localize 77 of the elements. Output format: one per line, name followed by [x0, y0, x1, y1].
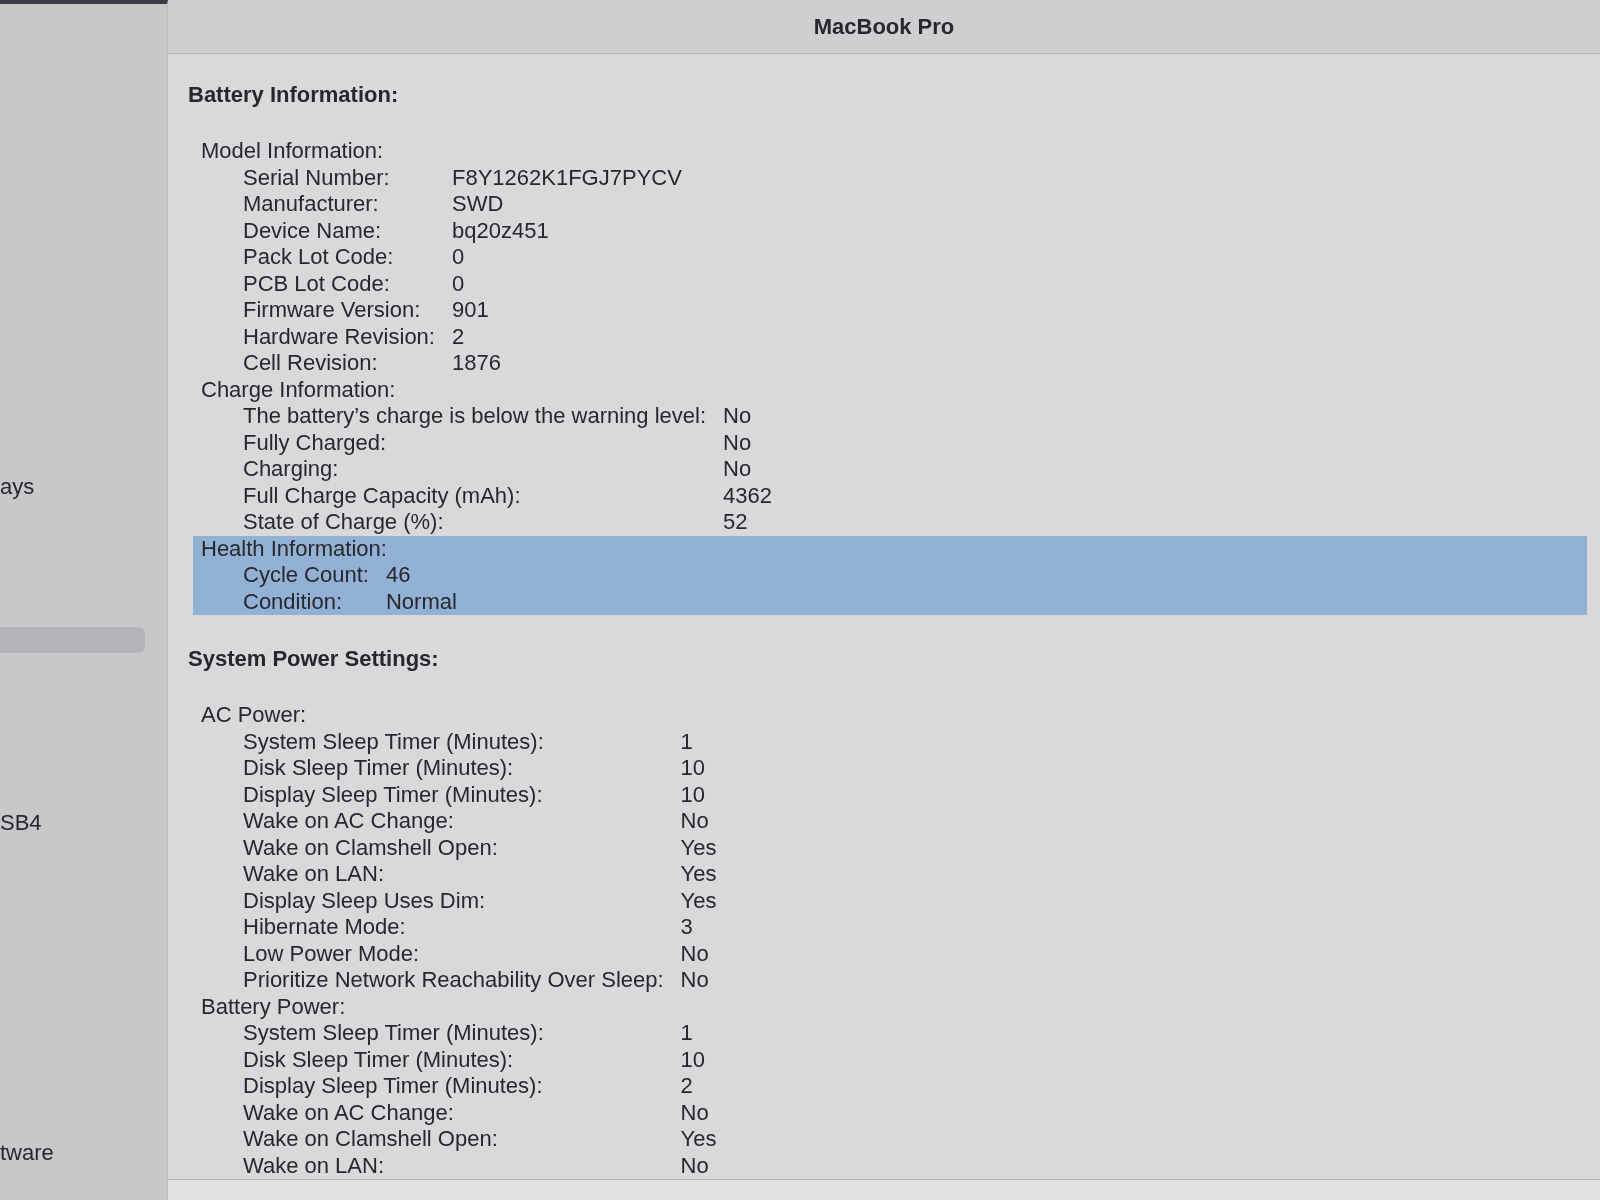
field-label: Cell Revision: [243, 350, 378, 377]
field-label: Hardware Revision: [243, 323, 435, 350]
section-heading: Battery Information: [188, 81, 400, 108]
field-label: System Sleep Timer (Minutes): [243, 1020, 544, 1047]
field-value: No [723, 403, 752, 430]
field-value: 52 [723, 509, 748, 536]
field-label: Low Power Mode: [243, 940, 420, 967]
field-value: Yes [680, 834, 717, 861]
field-value: Yes [680, 887, 717, 914]
field-label: Wake on AC Change: [243, 1099, 454, 1126]
field-value: 901 [451, 297, 489, 324]
field-value: Yes [680, 861, 717, 888]
field-value: F8Y1262K1FGJ7PYCV [451, 164, 682, 191]
field-value: No [723, 429, 752, 456]
field-value: 2 [680, 1073, 693, 1100]
field-label: Wake on LAN: [243, 861, 385, 888]
field-value: 10 [680, 1046, 706, 1073]
field-label: Condition: [243, 588, 343, 615]
field-value: No [680, 808, 709, 835]
field-value: 4362 [723, 482, 773, 509]
field-value: SWD [451, 191, 504, 218]
field-label: Wake on LAN: [243, 1152, 385, 1179]
group-heading: Model Information: [201, 138, 384, 165]
field-label: Disk Sleep Timer (Minutes): [243, 1046, 514, 1073]
field-value: 3 [680, 914, 693, 941]
sidebar-item[interactable]: ays [0, 474, 35, 500]
info-group[interactable]: Health Information: Cycle Count: 46 Condition: Normal [193, 535, 1587, 615]
window-title: MacBook Pro [813, 13, 955, 40]
info-group[interactable]: Model Information: Serial Number: F8Y1262K1FGJ7PYCV Manufacturer: SWD Device Name: bq20z451 Pack Lot Code: 0 PCB Lot Code: 0 Firmware Version: 901 Hardware Revision: 2 Cell Revision: 1876 [193, 138, 1587, 377]
field-value: 1 [680, 728, 693, 755]
field-value: No [680, 967, 709, 994]
field-value: 0 [451, 244, 465, 271]
field-label: Display Sleep Uses Dim: [243, 887, 486, 914]
field-label: The battery’s charge is below the warning level: [243, 403, 707, 430]
field-label: Wake on AC Change: [243, 808, 454, 835]
field-label: Hibernate Mode: [243, 914, 406, 941]
field-label: Charging: [243, 456, 339, 483]
group-heading: AC Power: [201, 702, 307, 729]
field-label: Serial Number: [243, 164, 390, 191]
field-value: 0 [451, 270, 465, 297]
field-label: System Sleep Timer (Minutes): [243, 728, 544, 755]
group-heading: Health Information: [201, 535, 387, 562]
field-value: 1 [680, 1020, 693, 1047]
field-label: Firmware Version: [243, 297, 421, 324]
field-value: No [680, 1099, 709, 1126]
field-value: Normal [385, 588, 457, 615]
field-label: Wake on Clamshell Open: [243, 1126, 498, 1153]
field-label: Wake on Clamshell Open: [243, 834, 498, 861]
section-heading: System Power Settings: [188, 645, 440, 672]
field-value: bq20z451 [451, 217, 549, 244]
field-label: Display Sleep Timer (Minutes): [243, 1073, 543, 1100]
field-label: Cycle Count: [243, 562, 369, 589]
group-heading: Charge Information: [201, 376, 396, 403]
sidebar-item[interactable]: SB4 [0, 810, 42, 836]
field-label: Prioritize Network Reachability Over Sleep: [243, 967, 664, 994]
field-label: Device Name: [243, 217, 382, 244]
field-value: 10 [680, 781, 706, 808]
field-value: 10 [680, 755, 706, 782]
field-value: Yes [680, 1126, 717, 1153]
field-value: No [723, 456, 752, 483]
field-value: 46 [385, 562, 411, 589]
field-label: State of Charge (%): [243, 509, 444, 536]
field-label: Display Sleep Timer (Minutes): [243, 781, 543, 808]
field-value: No [680, 940, 709, 967]
field-value: 2 [451, 323, 465, 350]
group-heading: Battery Power: [201, 993, 346, 1020]
field-label: Fully Charged: [243, 429, 387, 456]
field-value: 1876 [451, 350, 501, 377]
field-value: No [680, 1152, 709, 1179]
field-label: Pack Lot Code: [243, 244, 394, 271]
info-group[interactable]: Charge Information: The battery’s charge is below the warning level: No Fully Charged: No Charging: No Full Charge Capacity (mAh): 4362 State of Charge (%): 52 [193, 376, 1587, 536]
field-label: PCB Lot Code: [243, 270, 390, 297]
info-group[interactable]: Battery Power: System Sleep Timer (Minutes): 1 Disk Sleep Timer (Minutes): 10 Display Sleep Timer (Minutes): 2 Wake on AC Change: No Wake on Clamshell Open: Yes Wake on LAN: No [193, 993, 1587, 1179]
field-label: Full Charge Capacity (mAh): [243, 482, 521, 509]
field-label: Disk Sleep Timer (Minutes): [243, 755, 514, 782]
sidebar-item[interactable]: tware [0, 1140, 54, 1166]
field-label: Manufacturer: [243, 191, 379, 218]
